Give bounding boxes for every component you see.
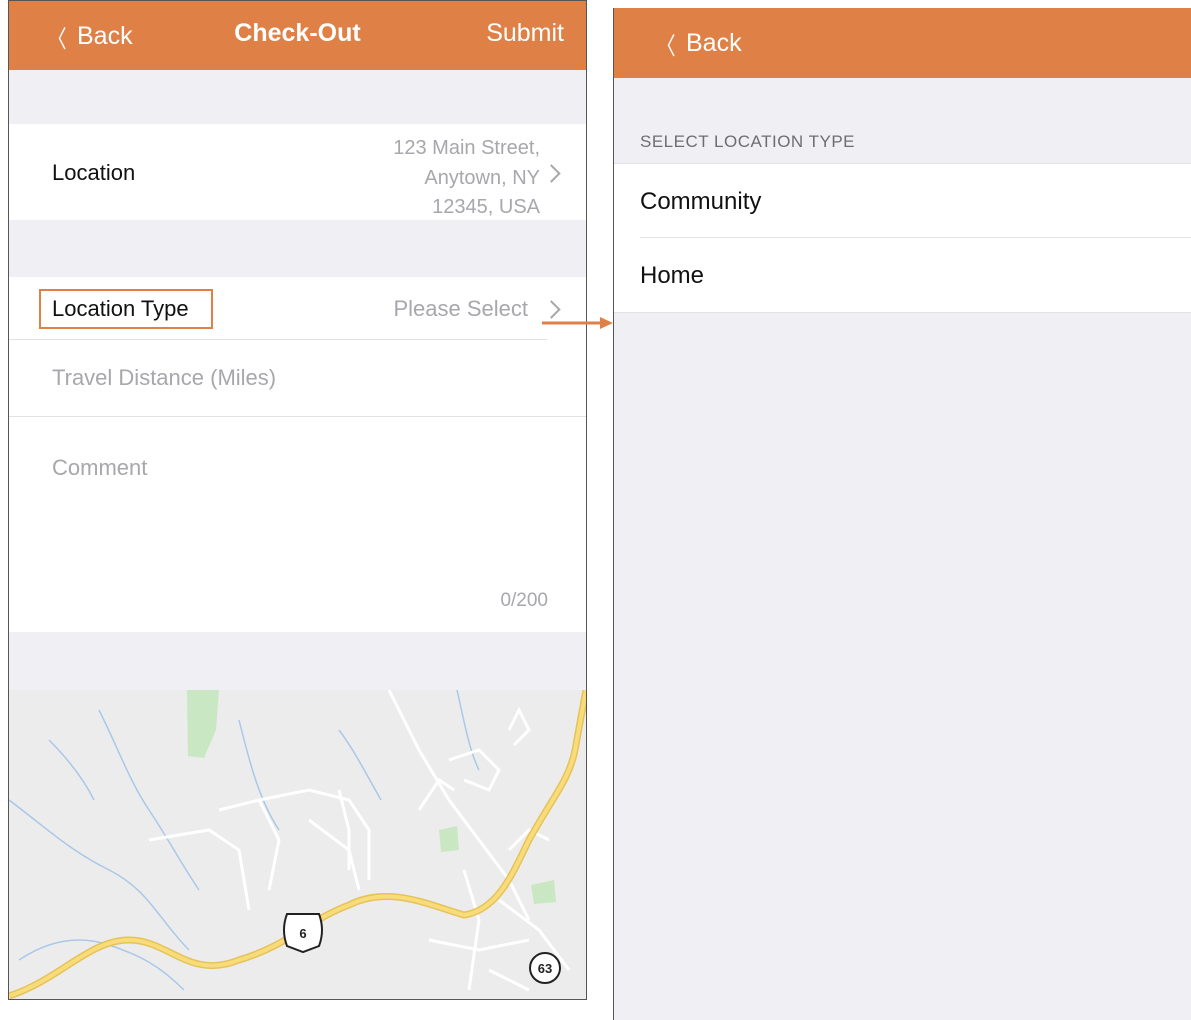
section-header: SELECT LOCATION TYPE: [640, 132, 856, 151]
travel-distance-field[interactable]: Travel Distance (Miles): [9, 340, 586, 416]
route-shield-63: 63: [529, 952, 561, 984]
navigation-bar: 〈 Back: [614, 8, 1191, 78]
back-label: Back: [686, 29, 742, 57]
checkout-screen: 〈 Back Check-Out Submit Location 123 Mai…: [8, 0, 587, 1000]
option-label: Community: [640, 188, 762, 215]
option-home[interactable]: Home: [614, 238, 1191, 312]
location-type-screen: 〈 Back SELECT LOCATION TYPE Community Ho…: [613, 8, 1191, 1020]
location-label: Location: [52, 160, 136, 185]
chevron-left-icon: 〈: [656, 33, 676, 60]
location-type-label: Location Type: [52, 296, 189, 321]
address-line-3: 12345, USA: [432, 196, 540, 218]
back-button[interactable]: 〈 Back: [654, 26, 742, 61]
route-shield-6-label: 6: [299, 926, 306, 941]
travel-distance-placeholder: Travel Distance (Miles): [52, 365, 277, 390]
divider: [614, 312, 1191, 313]
address-line-1: 123 Main Street,: [393, 137, 540, 159]
location-row[interactable]: Location 123 Main Street, Anytown, NY 12…: [9, 124, 586, 220]
location-type-placeholder: Please Select: [393, 296, 528, 321]
address-line-2: Anytown, NY: [424, 166, 540, 189]
option-label: Home: [640, 262, 705, 289]
submit-button[interactable]: Submit: [486, 19, 564, 48]
navigation-bar: 〈 Back Check-Out Submit: [9, 1, 586, 70]
comment-field[interactable]: Comment 0/200: [9, 417, 586, 632]
location-address: 123 Main Street, Anytown, NY 12345, USA: [393, 134, 540, 223]
map-graphic: 6 63: [9, 689, 586, 999]
transition-arrow: [542, 317, 613, 329]
details-card: Location Type Please Select Travel Dista…: [9, 277, 586, 632]
comment-character-counter: 0/200: [500, 590, 548, 611]
option-community[interactable]: Community: [614, 164, 1191, 238]
route-shield-63-label: 63: [538, 961, 552, 976]
route-shield-6: 6: [283, 913, 323, 954]
location-type-row[interactable]: Location Type Please Select: [9, 277, 586, 339]
park-area: [439, 826, 459, 852]
location-map[interactable]: 6 63: [9, 689, 586, 999]
comment-placeholder: Comment: [52, 455, 148, 480]
chevron-right-icon: [542, 164, 561, 183]
